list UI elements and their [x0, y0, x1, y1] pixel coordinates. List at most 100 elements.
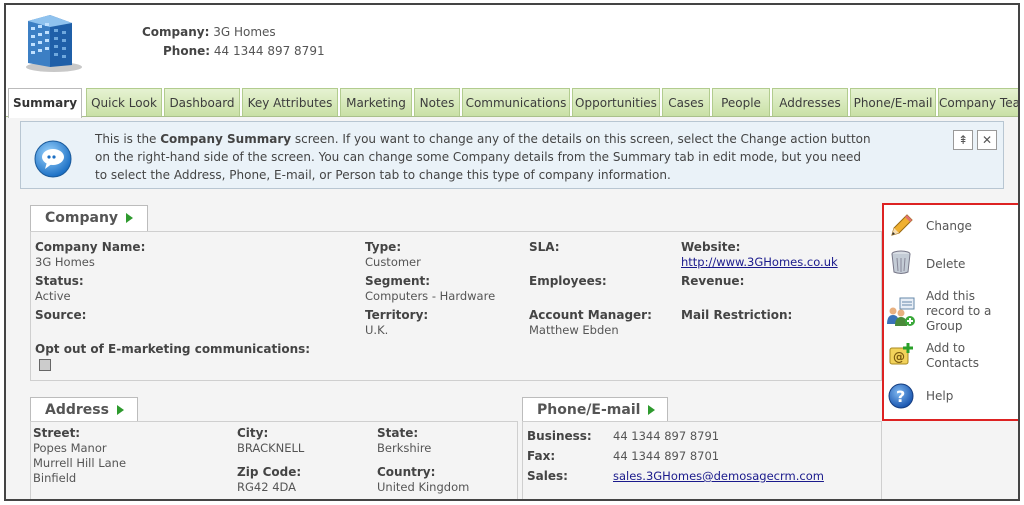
expand-arrow-icon — [116, 405, 124, 415]
expand-arrow-icon — [126, 213, 134, 223]
summary-content: This is the Company Summary screen. If y… — [6, 117, 1018, 499]
tab-quick-look[interactable]: Quick Look — [86, 88, 162, 116]
add-to-group-label-line-3: Group — [926, 319, 963, 333]
expand-arrow-icon — [648, 405, 656, 415]
add-to-group-label-line-2: record to a — [926, 304, 992, 318]
address-panel-title: Address — [45, 402, 109, 418]
tab-phone-email[interactable]: Phone/E-mail — [850, 88, 936, 116]
building-icon — [26, 15, 82, 72]
tab-communications[interactable]: Communications — [462, 88, 570, 116]
address-panel-tab[interactable]: Address — [30, 397, 138, 423]
phone-email-panel: Business: 44 1344 897 8791 Fax: 44 1344 … — [522, 421, 882, 499]
account-manager-value: Matthew Ebden — [529, 323, 619, 337]
street-line-3: Binfield — [33, 471, 77, 485]
revenue-label: Revenue: — [681, 274, 745, 288]
add-to-group-button[interactable]: Add this record to a Group — [887, 289, 1018, 335]
info-text-pre: This is the — [95, 132, 161, 146]
territory-label: Territory: — [365, 308, 429, 322]
company-label: Company: — [142, 25, 210, 39]
pin-button[interactable]: ⇞ — [953, 130, 973, 150]
help-button[interactable]: ? Help — [888, 383, 1018, 411]
speech-bubble-icon — [34, 140, 72, 178]
business-value: 44 1344 897 8791 — [613, 429, 720, 443]
state-label: State: — [377, 426, 419, 440]
contact-card-add-icon: @ — [889, 343, 913, 365]
territory-value: U.K. — [365, 323, 389, 337]
website-link[interactable]: http://www.3GHomes.co.uk — [681, 255, 838, 269]
phone-line: Phone: 44 1344 897 8791 — [163, 44, 325, 58]
segment-label: Segment: — [365, 274, 431, 288]
tab-opportunities[interactable]: Opportunities — [572, 88, 660, 116]
tab-bar: Summary Quick Look Dashboard Key Attribu… — [6, 85, 1018, 118]
tab-notes[interactable]: Notes — [414, 88, 460, 116]
trash-icon — [891, 250, 911, 274]
change-label: Change — [926, 219, 972, 233]
action-buttons-panel: Change Delete Add this record to a Group… — [882, 203, 1018, 421]
state-value: Berkshire — [377, 441, 432, 455]
sales-email-link[interactable]: sales.3GHomes@demosagecrm.com — [613, 469, 824, 483]
info-banner: This is the Company Summary screen. If y… — [20, 121, 1004, 189]
company-panel-tab[interactable]: Company — [30, 205, 148, 231]
tab-marketing[interactable]: Marketing — [340, 88, 412, 116]
opt-out-checkbox[interactable] — [39, 359, 51, 371]
company-value: 3G Homes — [213, 25, 276, 39]
street-label: Street: — [33, 426, 81, 440]
type-value: Customer — [365, 255, 421, 269]
tab-key-attributes[interactable]: Key Attributes — [242, 88, 338, 116]
tab-summary[interactable]: Summary — [8, 88, 82, 118]
status-label: Status: — [35, 274, 84, 288]
account-manager-label: Account Manager: — [529, 308, 652, 322]
sales-label: Sales: — [527, 469, 568, 483]
employees-label: Employees: — [529, 274, 607, 288]
type-label: Type: — [365, 240, 402, 254]
tab-dashboard[interactable]: Dashboard — [164, 88, 240, 116]
status-value: Active — [35, 289, 71, 303]
add-to-group-label-line-1: Add this — [926, 289, 975, 303]
street-line-2: Murrell Hill Lane — [33, 456, 127, 470]
website-label: Website: — [681, 240, 741, 254]
company-name-value: 3G Homes — [35, 255, 95, 269]
info-text: This is the Company Summary screen. If y… — [95, 130, 875, 184]
help-label: Help — [926, 389, 954, 403]
add-to-contacts-label-line-1: Add to — [926, 341, 966, 355]
add-to-contacts-button[interactable]: @ Add to Contacts — [888, 341, 1018, 373]
crm-window: Company: 3G Homes Phone: 44 1344 897 879… — [4, 3, 1020, 501]
help-icon: ? — [888, 383, 914, 409]
change-button[interactable]: Change — [888, 213, 1018, 241]
zip-label: Zip Code: — [237, 465, 302, 479]
tab-cases[interactable]: Cases — [662, 88, 710, 116]
company-header: Company: 3G Homes Phone: 44 1344 897 879… — [6, 5, 1018, 85]
phone-value: 44 1344 897 8791 — [213, 44, 325, 58]
company-panel-title: Company — [45, 210, 119, 226]
add-to-contacts-label-line-2: Contacts — [926, 356, 979, 370]
tab-people[interactable]: People — [712, 88, 770, 116]
tab-company-team[interactable]: Company Tea — [938, 88, 1018, 116]
country-value: United Kingdom — [377, 480, 470, 494]
phone-email-panel-tab[interactable]: Phone/E-mail — [522, 397, 668, 423]
city-label: City: — [237, 426, 269, 440]
svg-text:?: ? — [896, 387, 905, 406]
svg-text:@: @ — [893, 350, 905, 364]
fax-value: 44 1344 897 8701 — [613, 449, 720, 463]
city-value: BRACKNELL — [237, 441, 305, 455]
opt-out-label: Opt out of E-marketing communications: — [35, 342, 311, 356]
close-button[interactable]: ✕ — [977, 130, 997, 150]
company-name-label: Company Name: — [35, 240, 146, 254]
company-line: Company: 3G Homes — [142, 25, 276, 39]
pencil-icon — [891, 214, 913, 236]
phone-email-panel-title: Phone/E-mail — [537, 402, 641, 418]
country-label: Country: — [377, 465, 436, 479]
fax-label: Fax: — [527, 449, 556, 463]
info-text-bold: Company Summary — [160, 132, 292, 146]
delete-label: Delete — [926, 257, 966, 271]
source-label: Source: — [35, 308, 87, 322]
segment-value: Computers - Hardware — [365, 289, 496, 303]
mail-restriction-label: Mail Restriction: — [681, 308, 793, 322]
tab-addresses[interactable]: Addresses — [772, 88, 848, 116]
group-add-icon — [887, 297, 915, 326]
business-label: Business: — [527, 429, 592, 443]
delete-button[interactable]: Delete — [888, 249, 1018, 279]
street-line-1: Popes Manor — [33, 441, 107, 455]
sla-label: SLA: — [529, 240, 560, 254]
company-panel: Company Name: 3G Homes Status: Active So… — [30, 231, 882, 381]
